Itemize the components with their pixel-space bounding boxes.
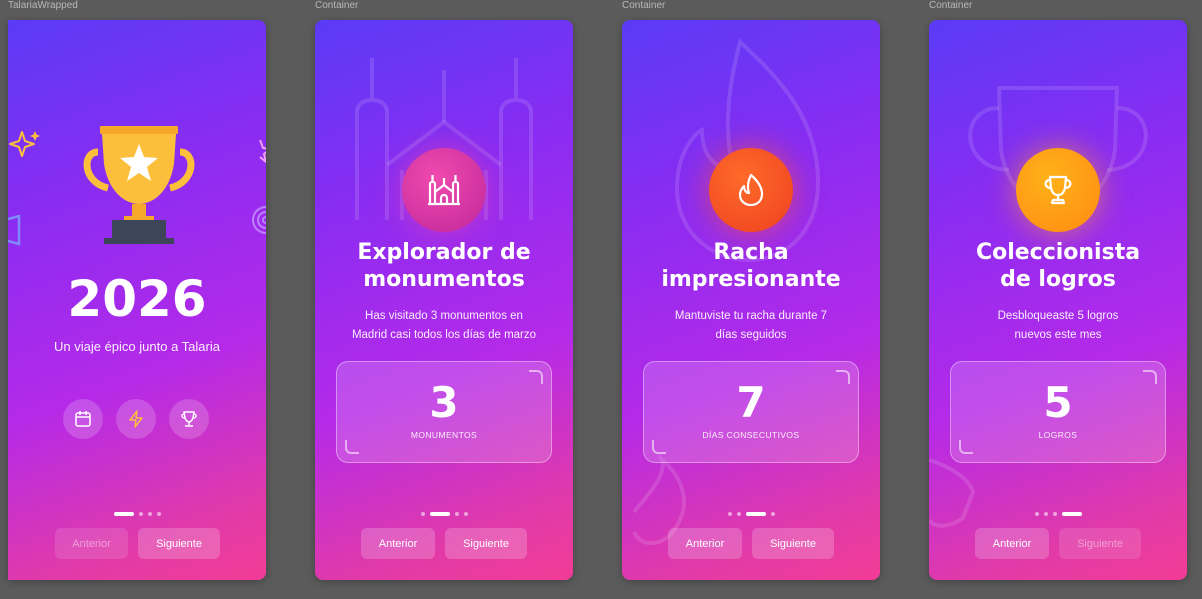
stat-label: MONUMENTOS (410, 430, 478, 440)
trophy-watermark (929, 86, 1148, 528)
slide-description-line1: Has visitado 3 monumentos en (365, 310, 523, 322)
slide-card-monuments: Explorador de monumentos Has visitado 3 … (315, 20, 573, 580)
corner-decoration (652, 440, 666, 454)
calendar-icon (75, 411, 91, 427)
pagination-dots (622, 512, 880, 516)
page-dot[interactable] (138, 512, 143, 516)
next-button[interactable]: Siguiente (752, 528, 834, 559)
lightning-icon (129, 410, 143, 428)
page-dot[interactable] (1043, 512, 1048, 516)
stat-card: 5 LOGROS (950, 361, 1166, 463)
year-heading: 2026 (67, 270, 207, 328)
page-dot[interactable] (1052, 512, 1057, 516)
pagination-dots (929, 512, 1187, 516)
badge-monument (402, 148, 486, 232)
page-dot[interactable] (156, 512, 161, 516)
trophy-icon (1044, 175, 1072, 205)
slide-description-line2: nuevos este mes (1014, 329, 1102, 341)
slide-title-line2: impresionante (661, 267, 841, 292)
slide-title-line2: de logros (1000, 267, 1116, 292)
page-dot[interactable] (420, 512, 425, 516)
slide-description-line2: Madrid casi todos los días de marzo (351, 329, 537, 341)
monument-icon (428, 175, 460, 206)
trophy-button[interactable] (169, 399, 209, 439)
sparkle-icon (9, 131, 40, 157)
frame-label-talaria-wrapped: TalariaWrapped (8, 0, 78, 11)
slide-description-line1: Mantuviste tu racha durante 7 (674, 310, 828, 322)
pagination-dots (315, 512, 573, 516)
badge-trophy (1016, 148, 1100, 232)
previous-button[interactable]: Anterior (55, 528, 128, 559)
next-button[interactable]: Siguiente (445, 528, 527, 559)
trophy-illustration (83, 126, 195, 244)
slide-description-line2: días seguidos (715, 329, 787, 341)
lightning-button[interactable] (116, 399, 156, 439)
star-outline-icon (259, 139, 266, 164)
corner-decoration (345, 440, 359, 454)
previous-button[interactable]: Anterior (361, 528, 435, 559)
corner-decoration (959, 440, 973, 454)
slide-title-line1: Racha (713, 240, 789, 265)
stat-label: LOGROS (1038, 430, 1078, 440)
page-dot[interactable] (1034, 512, 1039, 516)
stat-card: 3 MONUMENTOS (336, 361, 552, 463)
pagination-dots (8, 512, 266, 516)
trophy-icon (181, 411, 197, 427)
calendar-button[interactable] (63, 399, 103, 439)
slide-title-line1: Explorador de (357, 240, 531, 265)
stat-value: 7 (736, 378, 766, 427)
previous-button[interactable]: Anterior (668, 528, 742, 559)
intro-subtitle: Un viaje épico junto a Talaria (54, 339, 220, 354)
slide-card-streak: Racha impresionante Mantuviste tu racha … (622, 20, 880, 580)
page-dot[interactable] (147, 512, 152, 516)
page-dot[interactable] (736, 512, 741, 516)
page-dot[interactable] (745, 512, 766, 516)
frame-label-container: Container (315, 0, 359, 11)
previous-button[interactable]: Anterior (975, 528, 1049, 559)
page-dot[interactable] (770, 512, 775, 516)
slide-title-line2: monumentos (363, 267, 525, 292)
stat-card: 7 DÍAS CONSECUTIVOS (643, 361, 859, 463)
intro-card: 2026 Un viaje épico junto a Talaria Ante… (8, 20, 266, 580)
stat-value: 3 (429, 378, 459, 427)
page-dot[interactable] (113, 512, 134, 516)
page-dot[interactable] (429, 512, 450, 516)
page-dot[interactable] (463, 512, 468, 516)
cathedral-watermark (355, 58, 533, 220)
page-dot[interactable] (727, 512, 732, 516)
stat-value: 5 (1043, 378, 1073, 427)
slide-card-achievements: Coleccionista de logros Desbloqueaste 5 … (929, 20, 1187, 580)
slide-title-line1: Coleccionista (975, 240, 1141, 265)
slide-description-line1: Desbloqueaste 5 logros (997, 310, 1119, 322)
ticket-icon (8, 215, 21, 246)
flame-watermark (632, 38, 821, 545)
frame-label-container: Container (622, 0, 666, 11)
frame-label-container: Container (929, 0, 973, 11)
page-dot[interactable] (1061, 512, 1082, 516)
badge-flame (709, 148, 793, 232)
next-button[interactable]: Siguiente (138, 528, 220, 559)
page-dot[interactable] (454, 512, 459, 516)
next-button[interactable]: Siguiente (1059, 528, 1141, 559)
stat-label: DÍAS CONSECUTIVOS (702, 430, 800, 440)
flame-icon (738, 173, 764, 207)
target-icon (252, 206, 266, 234)
